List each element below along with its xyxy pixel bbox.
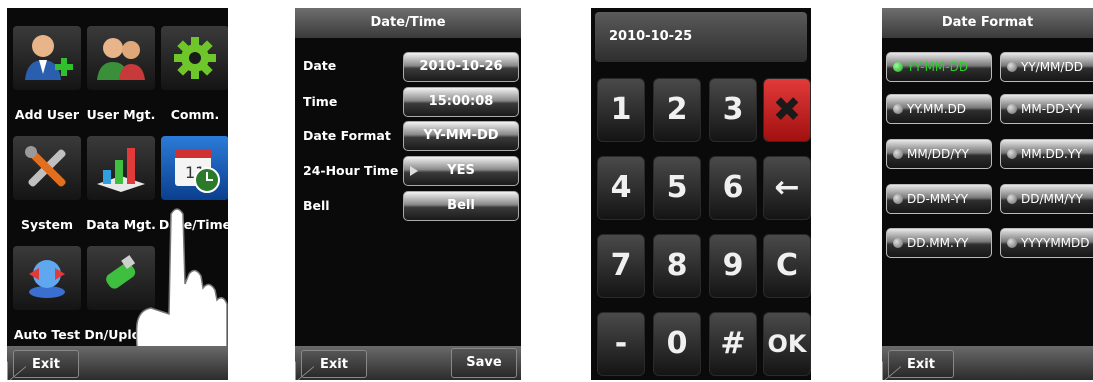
option-yy-dot-mm-dd[interactable]: YY.MM.DD (886, 94, 992, 124)
radio-icon (893, 194, 903, 204)
option-label: YY-MM-DD (907, 60, 969, 74)
ok-key[interactable]: OK (763, 312, 811, 376)
option-label: MM/DD/YY (907, 147, 969, 161)
option-yy-slash-mm-dd[interactable]: YY/MM/DD (1000, 52, 1093, 82)
option-label: YY/MM/DD (1021, 60, 1083, 74)
key-4[interactable]: 4 (597, 156, 645, 220)
option-yyyymmdd[interactable]: YYYYMMDD (1000, 228, 1093, 258)
key-6[interactable]: 6 (709, 156, 757, 220)
add-user-icon (13, 26, 81, 90)
radio-icon (1007, 104, 1017, 114)
date-time-screen: Date/Time Date 2010-10-26 Time 15:00:08 … (295, 8, 521, 380)
add-user-tile[interactable]: Add User (11, 22, 83, 130)
option-dd-mm-yy[interactable]: DD-MM-YY (886, 184, 992, 214)
key-5[interactable]: 5 (653, 156, 701, 220)
time-label: Time (303, 94, 338, 109)
hour24-value: YES (447, 163, 475, 178)
option-label: YYYYMMDD (1021, 236, 1090, 250)
exit-button[interactable]: Exit (301, 350, 367, 378)
communication-tile[interactable]: Comm. (159, 22, 228, 130)
auto-test-label: Auto Test (13, 327, 81, 342)
key-0[interactable]: 0 (653, 312, 701, 376)
option-label: MM.DD.YY (1021, 147, 1083, 161)
radio-icon (893, 104, 903, 114)
option-label: DD.MM.YY (907, 236, 969, 250)
play-arrow-icon (410, 166, 418, 176)
date-field[interactable]: 2010-10-26 (403, 52, 519, 82)
radio-icon (1007, 194, 1017, 204)
user-management-tile[interactable]: User Mgt. (85, 22, 157, 130)
screen-title: Date/Time (295, 8, 521, 38)
hour24-toggle[interactable]: YES (403, 156, 519, 186)
delete-key-icon[interactable]: ✖ (763, 78, 811, 142)
option-label: DD-MM-YY (907, 192, 969, 206)
input-display[interactable]: 2010-10-25 (595, 12, 807, 62)
option-dd-slash-mm-yy[interactable]: DD/MM/YY (1000, 184, 1093, 214)
key-1[interactable]: 1 (597, 78, 645, 142)
auto-test-icon (13, 246, 81, 310)
option-label: DD/MM/YY (1021, 192, 1083, 206)
communication-gear-icon (161, 26, 228, 90)
option-label: MM-DD-YY (1021, 102, 1083, 116)
date-label: Date (303, 58, 337, 73)
user-management-icon (87, 26, 155, 90)
backspace-key-icon[interactable]: ← (763, 156, 811, 220)
option-yy-mm-dd[interactable]: YY-MM-DD (886, 52, 992, 82)
date-format-field[interactable]: YY-MM-DD (403, 121, 519, 151)
radio-icon (893, 238, 903, 248)
keypad-screen: 2010-10-25 1 2 3 ✖ 4 5 6 ← 7 8 9 C - 0 #… (591, 8, 811, 380)
radio-icon (1007, 238, 1017, 248)
key-hash[interactable]: # (709, 312, 757, 376)
date-format-screen: Date Format YY-MM-DD YY/MM/DD YY.MM.DD M… (882, 8, 1093, 380)
option-mm-slash-dd-yy[interactable]: MM/DD/YY (886, 139, 992, 169)
hour24-label: 24-Hour Time (303, 163, 399, 178)
exit-button[interactable]: Exit (13, 350, 79, 378)
calendar-clock-icon: 11 (161, 136, 228, 200)
bell-label: Bell (303, 198, 330, 213)
exit-button[interactable]: Exit (888, 350, 954, 378)
save-button[interactable]: Save (451, 348, 517, 378)
time-field[interactable]: 15:00:08 (403, 87, 519, 117)
date-format-label: Date Format (303, 128, 391, 143)
key-minus[interactable]: - (597, 312, 645, 376)
bell-button[interactable]: Bell (403, 191, 519, 221)
data-management-chart-icon (87, 136, 155, 200)
auto-test-tile[interactable]: Auto Test (11, 242, 83, 350)
option-mm-dot-dd-yy[interactable]: MM.DD.YY (1000, 139, 1093, 169)
key-3[interactable]: 3 (709, 78, 757, 142)
communication-label: Comm. (170, 107, 220, 122)
key-8[interactable]: 8 (653, 234, 701, 298)
radio-selected-icon (893, 62, 903, 72)
radio-icon (893, 149, 903, 159)
radio-icon (1007, 149, 1017, 159)
option-label: YY.MM.DD (907, 102, 967, 116)
screen-title: Date Format (882, 8, 1093, 38)
system-tools-icon (13, 136, 81, 200)
option-dd-dot-mm-yy[interactable]: DD.MM.YY (886, 228, 992, 258)
system-label: System (20, 217, 74, 232)
clear-key[interactable]: C (763, 234, 811, 298)
radio-icon (1007, 62, 1017, 72)
option-mm-dd-yy[interactable]: MM-DD-YY (1000, 94, 1093, 124)
key-9[interactable]: 9 (709, 234, 757, 298)
key-7[interactable]: 7 (597, 234, 645, 298)
user-management-label: User Mgt. (86, 107, 156, 122)
add-user-label: Add User (14, 107, 80, 122)
main-menu-screen: Add User User Mgt. Comm. System Data Mgt… (7, 8, 228, 380)
system-tile[interactable]: System (11, 132, 83, 240)
key-2[interactable]: 2 (653, 78, 701, 142)
